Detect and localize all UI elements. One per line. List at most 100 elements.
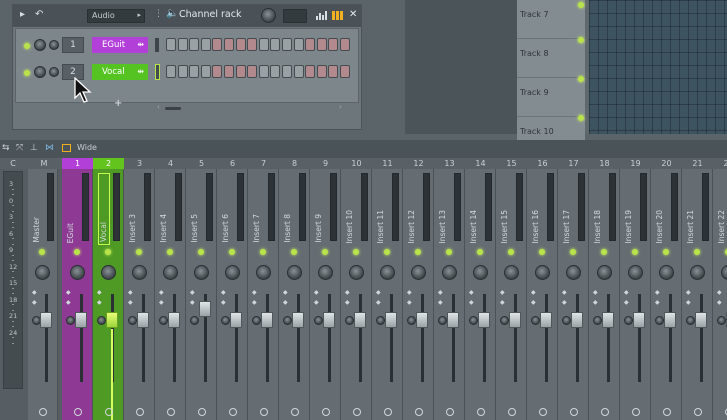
strip-enable-led[interactable]: [414, 249, 421, 255]
mixer-track-number[interactable]: 10: [341, 158, 372, 169]
swap-channels-icon[interactable]: ◆: [531, 300, 536, 306]
step-button[interactable]: [282, 38, 292, 51]
mixer-strip[interactable]: Insert 14 ◆ ◆: [465, 169, 496, 420]
step-button[interactable]: [200, 38, 211, 51]
pan-knob[interactable]: [66, 316, 75, 325]
send-routing-icon[interactable]: [166, 408, 175, 416]
playlist-grid[interactable]: [589, 0, 727, 134]
mixer-menu-icon[interactable]: ⇆: [2, 143, 10, 153]
strip-enable-led[interactable]: [228, 249, 235, 255]
mixer-strip[interactable]: Vocal ◆ ◆: [93, 169, 124, 420]
mixer-strip[interactable]: Insert 8 ◆ ◆: [279, 169, 310, 420]
volume-fader[interactable]: [75, 312, 87, 328]
mixer-strip[interactable]: Insert 19 ◆ ◆: [620, 169, 651, 420]
swap-channels-icon[interactable]: ◆: [593, 300, 598, 306]
swap-channels-icon[interactable]: ◆: [562, 300, 567, 306]
scroll-right-icon[interactable]: ›: [339, 103, 342, 111]
pan-knob[interactable]: [717, 316, 726, 325]
send-routing-icon[interactable]: [507, 408, 516, 416]
send-routing-icon[interactable]: [383, 408, 392, 416]
step-button[interactable]: [305, 38, 316, 51]
volume-fader[interactable]: [633, 312, 645, 328]
swap-channels-icon[interactable]: ◆: [128, 300, 133, 306]
volume-fader[interactable]: [199, 301, 211, 317]
mixer-strip[interactable]: Insert 11 ◆ ◆: [372, 169, 403, 420]
stereo-separation-knob[interactable]: [503, 265, 519, 280]
mixer-track-number[interactable]: 18: [589, 158, 620, 169]
step-button[interactable]: [328, 65, 339, 78]
step-button[interactable]: [189, 38, 200, 51]
swap-channels-icon[interactable]: ◆: [717, 290, 722, 296]
step-button[interactable]: [224, 65, 234, 78]
mixer-track-number[interactable]: 7: [248, 158, 279, 169]
view-mode-icon[interactable]: [62, 144, 71, 152]
stereo-separation-knob[interactable]: [224, 265, 240, 280]
mixer-track-number[interactable]: 11: [372, 158, 403, 169]
mixer-track-number[interactable]: 1: [62, 158, 93, 169]
strip-enable-led[interactable]: [600, 249, 607, 255]
step-button[interactable]: [316, 65, 327, 78]
channel-pan-knob[interactable]: [34, 66, 46, 78]
swap-channels-icon[interactable]: ◆: [159, 300, 164, 306]
swap-channels-icon[interactable]: ◆: [97, 300, 102, 306]
link-icon[interactable]: ⤧: [16, 143, 23, 153]
mixer-track-number[interactable]: 9: [310, 158, 341, 169]
volume-fader[interactable]: [540, 312, 552, 328]
stereo-separation-knob[interactable]: [720, 265, 727, 280]
send-routing-icon[interactable]: [39, 408, 47, 416]
mixer-strip[interactable]: Insert 22 ◆ ◆: [713, 169, 727, 420]
step-button[interactable]: [177, 38, 188, 51]
volume-fader[interactable]: [571, 312, 583, 328]
swap-channels-icon[interactable]: ◆: [345, 300, 350, 306]
volume-fader[interactable]: [664, 312, 676, 328]
swap-channels-icon[interactable]: ◆: [190, 290, 195, 296]
swap-channels-icon[interactable]: ◆: [686, 300, 691, 306]
bow-tie-icon[interactable]: ⋈: [45, 143, 54, 153]
step-button[interactable]: [212, 38, 223, 51]
stereo-separation-knob[interactable]: [286, 265, 302, 280]
mixer-strip[interactable]: Insert 5 ◆ ◆: [186, 169, 217, 420]
swap-channels-icon[interactable]: ◆: [221, 300, 226, 306]
pan-knob[interactable]: [686, 316, 695, 325]
strip-enable-led[interactable]: [73, 249, 80, 255]
mixer-strip[interactable]: Insert 3 ◆ ◆: [124, 169, 155, 420]
swap-channels-icon[interactable]: ◆: [376, 300, 381, 306]
volume-fader[interactable]: [323, 312, 335, 328]
volume-fader[interactable]: [261, 312, 273, 328]
swap-channels-icon[interactable]: ◆: [283, 290, 288, 296]
mixer-track-number[interactable]: 14: [465, 158, 496, 169]
send-routing-icon[interactable]: [476, 408, 485, 416]
stereo-separation-knob[interactable]: [689, 265, 705, 280]
step-button[interactable]: [166, 65, 176, 78]
strip-enable-led[interactable]: [197, 249, 204, 255]
swap-channels-icon[interactable]: ◆: [376, 290, 381, 296]
mixer-strip[interactable]: Insert 4 ◆ ◆: [155, 169, 186, 420]
channel-volume-knob[interactable]: [49, 67, 59, 77]
swap-channels-icon[interactable]: ◆: [252, 290, 257, 296]
pan-knob[interactable]: [438, 316, 447, 325]
channel-enable-led[interactable]: [24, 43, 30, 49]
send-routing-icon[interactable]: [662, 408, 671, 416]
mixer-track-number[interactable]: 22: [713, 158, 727, 169]
mixer-track-number[interactable]: 13: [434, 158, 465, 169]
playlist-track-header[interactable]: Track 9: [517, 78, 585, 117]
swing-knob[interactable]: [261, 8, 276, 23]
mixer-track-number[interactable]: 2: [93, 158, 124, 169]
step-button[interactable]: [270, 38, 281, 51]
mixer-track-number[interactable]: 12: [403, 158, 434, 169]
send-routing-icon[interactable]: [321, 408, 330, 416]
step-button[interactable]: [247, 38, 258, 51]
mixer-track-number[interactable]: C: [0, 158, 26, 169]
step-button[interactable]: [189, 65, 200, 78]
volume-fader[interactable]: [292, 312, 304, 328]
pan-knob[interactable]: [252, 316, 261, 325]
swap-channels-icon[interactable]: ◆: [500, 290, 505, 296]
strip-enable-led[interactable]: [259, 249, 266, 255]
send-routing-icon[interactable]: [631, 408, 640, 416]
step-button[interactable]: [328, 38, 339, 51]
step-button[interactable]: [340, 65, 350, 78]
strip-enable-led[interactable]: [352, 249, 359, 255]
send-routing-icon[interactable]: [197, 408, 206, 416]
stereo-separation-knob[interactable]: [317, 265, 333, 280]
mixer-track-number[interactable]: 20: [651, 158, 682, 169]
